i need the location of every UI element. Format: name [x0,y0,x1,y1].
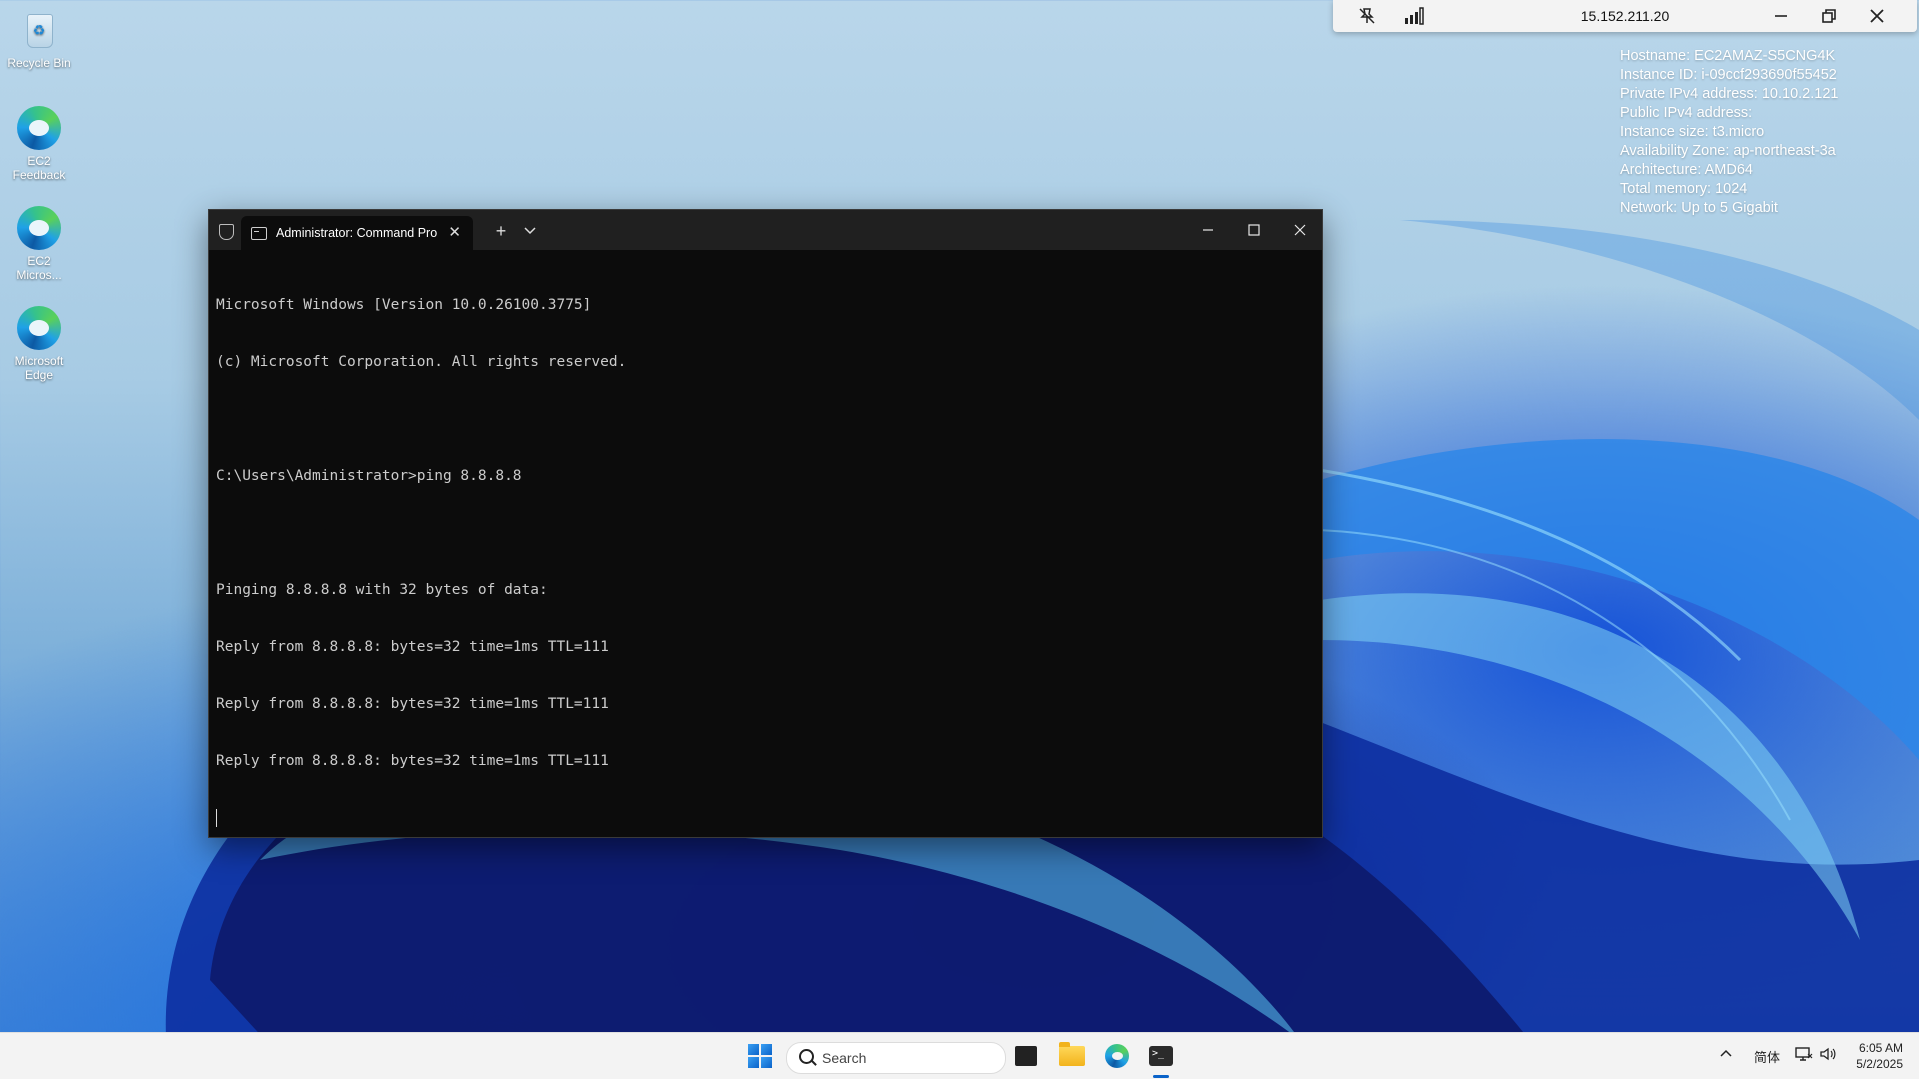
task-view-button[interactable] [1009,1040,1043,1072]
desktop-icon-label: EC2 Feedback [12,154,66,182]
terminal-line: Microsoft Windows [Version 10.0.26100.37… [216,297,592,313]
ime-indicator[interactable]: 简体 [1754,1047,1780,1066]
info-public-ip: Public IPv4 address: [1620,105,1753,121]
terminal-taskbar-button[interactable] [1144,1040,1178,1072]
minimize-icon[interactable] [1767,4,1795,28]
tab-command-prompt[interactable]: Administrator: Command Pro ✕ [241,216,473,250]
system-clock[interactable]: 6:05 AM 5/2/2025 [1856,1040,1903,1072]
dropdown-chevron-icon[interactable] [517,218,543,244]
desktop-icon-label: Microsoft Edge [14,354,64,382]
desktop-icon-ec2-feedback[interactable]: EC2 Feedback [4,106,74,182]
recycle-bin-icon: ♻ [17,8,61,52]
minimize-icon[interactable] [1185,210,1231,250]
desktop-icon-label: Recycle Bin [7,56,71,70]
clock-date: 5/2/2025 [1856,1057,1903,1071]
file-explorer-button[interactable] [1055,1040,1089,1072]
shield-icon [219,224,234,240]
terminal-titlebar[interactable]: Administrator: Command Pro ✕ + [209,210,1322,250]
info-hostname: Hostname: EC2AMAZ-S5CNG4K [1620,48,1836,64]
info-instance-size: Instance size: t3.micro [1620,124,1765,140]
terminal-cursor-line [216,809,1312,830]
terminal-window[interactable]: Administrator: Command Pro ✕ + Microsoft… [208,209,1323,838]
terminal-line: (c) Microsoft Corporation. All rights re… [216,354,627,370]
restore-icon[interactable] [1815,4,1843,28]
instance-info-overlay: Hostname: EC2AMAZ-S5CNG4K Instance ID: i… [1620,47,1838,218]
info-architecture: Architecture: AMD64 [1620,162,1753,178]
search-box[interactable]: Search [786,1042,1006,1074]
tray-overflow-chevron-icon[interactable] [1720,1046,1732,1061]
volume-icon[interactable] [1819,1046,1837,1065]
terminal-line: Reply from 8.8.8.8: bytes=32 time=1ms TT… [216,639,609,655]
taskbar: Search 简体 6:05 AM 5/2/2025 [0,1032,1919,1079]
tab-close-icon[interactable]: ✕ [448,223,461,241]
folder-icon [1059,1042,1085,1066]
edge-icon [17,306,61,350]
info-network: Network: Up to 5 Gigabit [1620,200,1778,216]
task-view-icon [1015,1046,1037,1066]
desktop-icon-ec2-micros[interactable]: EC2 Micros... [4,206,74,282]
close-icon[interactable] [1277,210,1323,250]
command-prompt-icon [251,227,267,240]
desktop-icon-label: EC2 Micros... [16,254,62,282]
tab-title: Administrator: Command Pro [276,226,438,240]
search-placeholder: Search [822,1050,867,1066]
edge-shortcut-icon [17,106,61,150]
info-private-ip: Private IPv4 address: 10.10.2.121 [1620,86,1839,102]
start-button[interactable] [743,1040,777,1072]
edge-taskbar-button[interactable] [1100,1040,1134,1072]
info-total-memory: Total memory: 1024 [1620,181,1748,197]
maximize-icon[interactable] [1231,210,1277,250]
rdp-connection-bar: 15.152.211.20 [1333,0,1917,32]
terminal-line: Reply from 8.8.8.8: bytes=32 time=1ms TT… [216,696,609,712]
edge-shortcut-icon [17,206,61,250]
info-availability-zone: Availability Zone: ap-northeast-3a [1620,143,1836,159]
network-icon[interactable] [1795,1046,1813,1065]
search-icon [799,1049,814,1064]
text-cursor [216,809,217,827]
new-tab-button[interactable]: + [488,218,514,244]
clock-time: 6:05 AM [1858,1041,1903,1055]
terminal-output[interactable]: Microsoft Windows [Version 10.0.26100.37… [216,258,1312,829]
terminal-line: Reply from 8.8.8.8: bytes=32 time=1ms TT… [216,753,609,769]
close-icon[interactable] [1863,4,1891,28]
windows-logo-icon [748,1044,772,1068]
desktop-icon-recycle-bin[interactable]: ♻ Recycle Bin [4,8,74,70]
terminal-line: Pinging 8.8.8.8 with 32 bytes of data: [216,582,548,598]
terminal-line: C:\Users\Administrator>ping 8.8.8.8 [216,468,522,484]
edge-icon [1105,1044,1129,1068]
info-instance-id: Instance ID: i-09ccf293690f55452 [1620,67,1837,83]
desktop-icon-microsoft-edge[interactable]: Microsoft Edge [4,306,74,382]
terminal-icon [1149,1046,1173,1066]
